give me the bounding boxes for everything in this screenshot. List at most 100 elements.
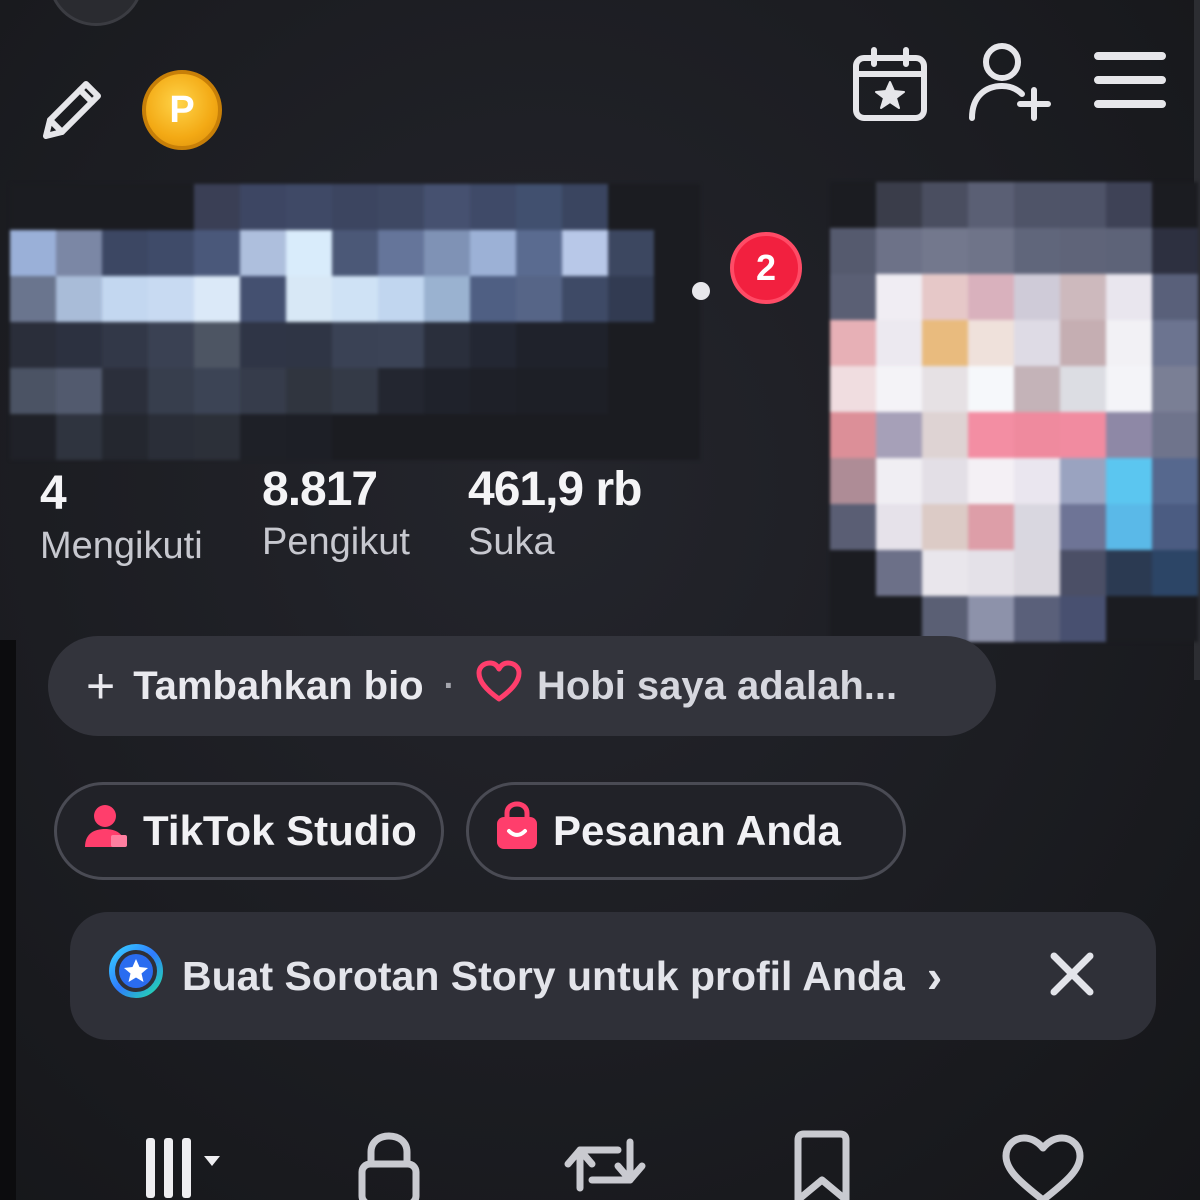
mosaic-tile xyxy=(332,276,378,322)
mosaic-tile xyxy=(1106,320,1152,366)
mosaic-tile xyxy=(830,228,876,274)
mosaic-tile xyxy=(516,230,562,276)
avatar[interactable] xyxy=(830,182,1200,642)
mosaic-tile xyxy=(286,414,332,460)
mosaic-tile xyxy=(1060,228,1106,274)
story-highlight-banner[interactable]: Buat Sorotan Story untuk profil Anda › xyxy=(70,912,1156,1040)
tab-liked[interactable] xyxy=(998,1128,1088,1200)
mosaic-tile xyxy=(1060,596,1106,642)
chevron-right-icon: › xyxy=(926,950,943,1002)
mosaic-tile xyxy=(424,276,470,322)
mosaic-tile xyxy=(1060,274,1106,320)
mosaic-tile xyxy=(286,322,332,368)
mosaic-tile xyxy=(922,412,968,458)
your-orders-button[interactable]: Pesanan Anda xyxy=(466,782,906,880)
mosaic-tile xyxy=(1106,550,1152,596)
mosaic-tile xyxy=(968,274,1014,320)
grid-icon xyxy=(140,1128,240,1200)
mosaic-tile xyxy=(286,368,332,414)
mosaic-tile xyxy=(968,412,1014,458)
mosaic-tile xyxy=(922,550,968,596)
hobby-prompt: Hobi saya adalah... xyxy=(536,663,898,708)
mosaic-tile xyxy=(608,276,654,322)
mosaic-tile xyxy=(922,504,968,550)
heart-outline-icon xyxy=(475,659,523,713)
add-bio-button[interactable]: + Tambahkan bio · Hobi saya adalah... xyxy=(48,636,996,736)
mosaic-tile xyxy=(56,414,102,460)
mosaic-tile xyxy=(968,366,1014,412)
mosaic-tile xyxy=(424,230,470,276)
mosaic-tile xyxy=(10,368,56,414)
mosaic-tile xyxy=(240,276,286,322)
mosaic-tile xyxy=(240,322,286,368)
status-circle xyxy=(48,0,144,26)
mosaic-tile xyxy=(194,368,240,414)
mosaic-tile xyxy=(378,230,424,276)
tab-private[interactable] xyxy=(354,1128,424,1200)
tab-reposts[interactable] xyxy=(560,1128,650,1200)
mosaic-tile xyxy=(516,276,562,322)
mosaic-tile xyxy=(424,322,470,368)
mosaic-tile xyxy=(56,230,102,276)
mosaic-tile xyxy=(1060,550,1106,596)
mosaic-tile xyxy=(830,550,876,596)
profile-page: P 2 4 Mengikuti 8.817 Pengikut 461,9 rb … xyxy=(0,0,1200,1200)
mosaic-tile xyxy=(1014,550,1060,596)
mosaic-tile xyxy=(968,320,1014,366)
mosaic-tile xyxy=(1014,458,1060,504)
stat-followers[interactable]: 8.817 Pengikut xyxy=(262,462,410,564)
stat-likes[interactable]: 461,9 rb Suka xyxy=(468,462,642,564)
mosaic-tile xyxy=(470,368,516,414)
mosaic-tile xyxy=(56,276,102,322)
mosaic-tile xyxy=(876,550,922,596)
mosaic-tile xyxy=(562,368,608,414)
tiktok-studio-button[interactable]: TikTok Studio xyxy=(54,782,444,880)
mosaic-tile xyxy=(968,228,1014,274)
tab-favorites[interactable] xyxy=(790,1128,854,1200)
mosaic-tile xyxy=(562,230,608,276)
mosaic-tile xyxy=(332,414,378,460)
coin-icon[interactable]: P xyxy=(142,70,222,150)
mosaic-tile xyxy=(194,184,240,230)
mosaic-tile xyxy=(608,368,654,414)
mosaic-tile xyxy=(424,368,470,414)
mosaic-tile xyxy=(1060,366,1106,412)
calendar-star-icon[interactable] xyxy=(850,44,930,124)
mosaic-tile xyxy=(1106,412,1152,458)
mosaic-tile xyxy=(1014,228,1060,274)
mosaic-tile xyxy=(378,276,424,322)
mosaic-tile xyxy=(10,414,56,460)
mosaic-tile xyxy=(922,366,968,412)
mosaic-tile xyxy=(10,276,56,322)
mosaic-tile xyxy=(332,322,378,368)
mosaic-tile xyxy=(378,322,424,368)
username-dot xyxy=(692,282,710,300)
mosaic-tile xyxy=(654,368,700,414)
mosaic-tile xyxy=(968,596,1014,642)
mosaic-tile xyxy=(10,230,56,276)
stat-following[interactable]: 4 Mengikuti xyxy=(40,466,203,568)
stat-likes-value: 461,9 rb xyxy=(468,463,642,516)
mosaic-tile xyxy=(830,504,876,550)
mosaic-tile xyxy=(148,414,194,460)
tab-videos-grid[interactable] xyxy=(140,1128,240,1200)
add-bio-label: Tambahkan bio xyxy=(133,663,424,708)
notification-badge[interactable]: 2 xyxy=(730,232,802,304)
close-icon[interactable] xyxy=(1046,948,1098,1000)
username-censored xyxy=(10,184,700,460)
mosaic-tile xyxy=(1060,412,1106,458)
mosaic-tile xyxy=(1152,274,1198,320)
bookmark-icon xyxy=(790,1128,854,1200)
mosaic-tile xyxy=(424,414,470,460)
mosaic-tile xyxy=(830,412,876,458)
mosaic-tile xyxy=(102,322,148,368)
mosaic-tile xyxy=(1152,320,1198,366)
star-badge-icon xyxy=(108,943,164,1009)
mosaic-tile xyxy=(654,230,700,276)
mosaic-tile xyxy=(148,322,194,368)
pencil-icon[interactable] xyxy=(34,72,110,148)
hamburger-menu-icon[interactable] xyxy=(1090,46,1170,116)
mosaic-tile xyxy=(286,276,332,322)
mosaic-tile xyxy=(562,414,608,460)
add-user-icon[interactable] xyxy=(966,40,1054,124)
